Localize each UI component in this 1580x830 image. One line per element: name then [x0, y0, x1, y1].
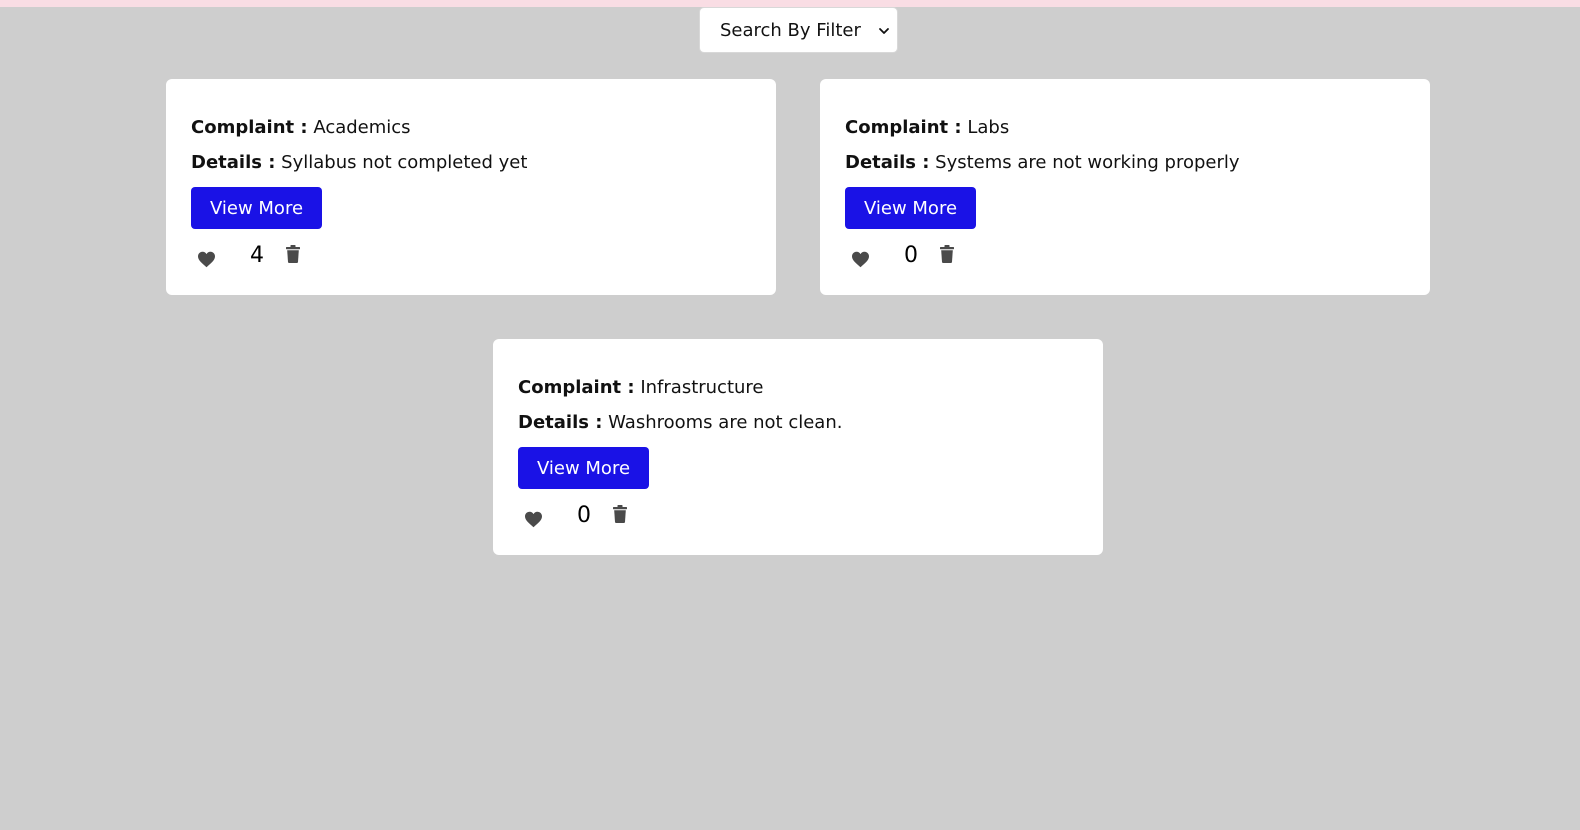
trash-icon[interactable]	[940, 245, 954, 263]
complaint-label: Complaint :	[518, 377, 635, 398]
view-more-button[interactable]: View More	[845, 187, 976, 229]
complaint-value: Infrastructure	[640, 377, 764, 398]
chevron-down-icon	[879, 28, 889, 34]
details-line: Details : Systems are not working proper…	[845, 152, 1240, 173]
search-filter-dropdown[interactable]: Search By Filter	[699, 7, 898, 53]
card-actions: 0	[518, 499, 718, 533]
details-value: Washrooms are not clean.	[608, 412, 843, 433]
view-more-button[interactable]: View More	[191, 187, 322, 229]
card-actions: 4	[191, 239, 391, 273]
complaint-line: Complaint : Academics	[191, 117, 411, 138]
details-value: Syllabus not completed yet	[281, 152, 528, 173]
complaint-value: Academics	[313, 117, 411, 138]
complaint-line: Complaint : Labs	[845, 117, 1009, 138]
like-count: 0	[577, 503, 591, 528]
heart-icon[interactable]	[524, 511, 543, 528]
like-count: 0	[904, 243, 918, 268]
details-label: Details :	[518, 412, 603, 433]
search-filter-label: Search By Filter	[720, 19, 861, 41]
top-strip	[0, 0, 1580, 7]
complaint-card: Complaint : Infrastructure Details : Was…	[493, 339, 1103, 555]
heart-icon[interactable]	[197, 251, 216, 268]
card-actions: 0	[845, 239, 1045, 273]
trash-icon[interactable]	[613, 505, 627, 523]
details-line: Details : Syllabus not completed yet	[191, 152, 527, 173]
complaint-card: Complaint : Labs Details : Systems are n…	[820, 79, 1430, 295]
trash-icon[interactable]	[286, 245, 300, 263]
complaint-label: Complaint :	[845, 117, 962, 138]
details-label: Details :	[845, 152, 930, 173]
complaint-card: Complaint : Academics Details : Syllabus…	[166, 79, 776, 295]
complaint-label: Complaint :	[191, 117, 308, 138]
details-label: Details :	[191, 152, 276, 173]
view-more-button[interactable]: View More	[518, 447, 649, 489]
details-line: Details : Washrooms are not clean.	[518, 412, 842, 433]
details-value: Systems are not working properly	[935, 152, 1240, 173]
heart-icon[interactable]	[851, 251, 870, 268]
complaint-value: Labs	[967, 117, 1010, 138]
complaint-line: Complaint : Infrastructure	[518, 377, 764, 398]
like-count: 4	[250, 243, 264, 268]
